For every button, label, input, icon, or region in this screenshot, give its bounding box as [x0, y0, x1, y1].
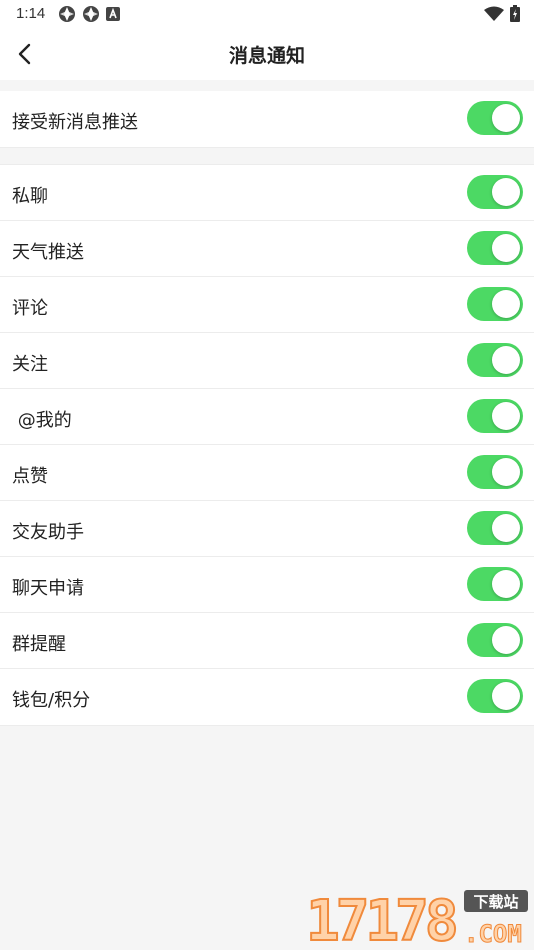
group-reminder-toggle[interactable]: [467, 623, 523, 657]
watermark-domain: .COM: [464, 920, 522, 948]
toggle-knob: [492, 178, 520, 206]
status-left-icons: [58, 5, 120, 23]
toggle-knob: [492, 458, 520, 486]
status-time: 1:14: [16, 5, 46, 22]
toggle-knob: [492, 104, 520, 132]
app-notification-icon: [59, 6, 75, 22]
private-chat-toggle[interactable]: [467, 175, 523, 209]
battery-icon: [510, 5, 520, 22]
push-toggle[interactable]: [467, 101, 523, 135]
comments-toggle[interactable]: [467, 287, 523, 321]
app-bar: 消息通知: [0, 28, 534, 80]
master-setting-section: 接受新消息推送: [0, 91, 534, 148]
setting-row-likes: 点赞: [0, 445, 534, 501]
setting-row-push: 接受新消息推送: [0, 91, 534, 147]
app-notification-icon: [83, 6, 99, 22]
toggle-knob: [492, 514, 520, 542]
mentions-toggle[interactable]: [467, 399, 523, 433]
toggle-knob: [492, 626, 520, 654]
setting-row-mentions: @我的: [0, 389, 534, 445]
toggle-knob: [492, 402, 520, 430]
likes-toggle[interactable]: [467, 455, 523, 489]
accessibility-icon: [106, 7, 120, 21]
setting-row-friend-assistant: 交友助手: [0, 501, 534, 557]
setting-label: @我的: [12, 410, 72, 431]
setting-label: 接受新消息推送: [12, 112, 138, 133]
friend-assistant-toggle[interactable]: [467, 511, 523, 545]
status-bar: 1:14: [0, 0, 534, 28]
setting-label: 天气推送: [12, 242, 84, 263]
watermark-logo: 17178 下载站 .COM: [305, 888, 528, 948]
watermark-number: 17178: [306, 889, 456, 948]
setting-row-follows: 关注: [0, 333, 534, 389]
toggle-knob: [492, 234, 520, 262]
setting-row-chat-request: 聊天申请: [0, 557, 534, 613]
setting-row-wallet: 钱包/积分: [0, 669, 534, 725]
toggle-knob: [492, 290, 520, 318]
setting-label: 群提醒: [12, 634, 66, 655]
toggle-knob: [492, 682, 520, 710]
toggle-knob: [492, 346, 520, 374]
setting-label: 钱包/积分: [12, 690, 91, 711]
chat-request-toggle[interactable]: [467, 567, 523, 601]
follows-toggle[interactable]: [467, 343, 523, 377]
setting-row-comments: 评论: [0, 277, 534, 333]
setting-row-weather: 天气推送: [0, 221, 534, 277]
setting-label: 点赞: [12, 466, 48, 487]
status-right-icons: [484, 5, 520, 22]
watermark-badge: 下载站: [473, 893, 518, 911]
setting-label: 关注: [12, 354, 48, 375]
toggle-knob: [492, 570, 520, 598]
weather-toggle[interactable]: [467, 231, 523, 265]
setting-label: 评论: [12, 298, 48, 319]
wallet-toggle[interactable]: [467, 679, 523, 713]
setting-row-group-reminder: 群提醒: [0, 613, 534, 669]
wifi-icon: [484, 6, 504, 21]
setting-label: 交友助手: [12, 522, 84, 543]
notification-settings-list: 私聊 天气推送 评论 关注 @我的 点赞 交友助手 聊天申请 群提醒 钱包/积分: [0, 164, 534, 726]
setting-label: 聊天申请: [12, 578, 84, 599]
setting-row-private-chat: 私聊: [0, 165, 534, 221]
page-title: 消息通知: [228, 45, 305, 67]
setting-label: 私聊: [12, 186, 48, 207]
